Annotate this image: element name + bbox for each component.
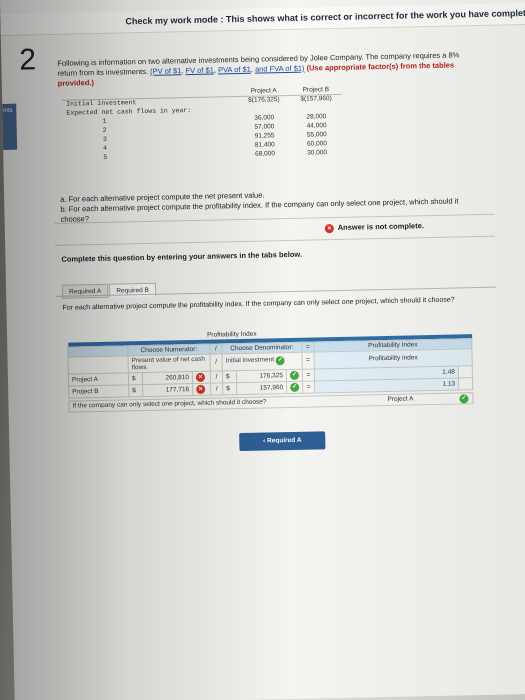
side-tab-label: ints [3, 107, 13, 114]
chevron-left-icon: ‹ [263, 437, 266, 445]
check-mode-banner: Check my work mode : This shows what is … [0, 2, 525, 36]
fv-of-1-link[interactable]: FV of $1 [185, 66, 214, 76]
equals-symbol: = [301, 351, 315, 369]
dollar-sign: $ [222, 382, 237, 395]
check-icon: ✓ [290, 382, 300, 392]
screen: Check my work mode : This shows what is … [0, 0, 525, 700]
pi-header-equals: = [301, 341, 314, 352]
question-intro: Following is information on two alternat… [57, 50, 460, 88]
back-button-label: Required A [266, 436, 302, 445]
dollar-sign: $ [128, 372, 143, 385]
investments-table: Project A Project B Initial investment $… [61, 84, 343, 163]
x-circle-icon: × [195, 372, 206, 382]
status-cell: ✓ [286, 368, 303, 382]
numerator-input[interactable]: 260,810 [142, 371, 193, 385]
project-choice-select[interactable]: Project A [387, 395, 413, 403]
project-b-value: 30,000 [307, 149, 328, 157]
status-cell [458, 365, 473, 378]
answer-status-text: Answer is not complete. [337, 221, 425, 232]
project-choice-question: If the company can only select one proje… [72, 398, 267, 410]
status-cell: × [192, 382, 211, 396]
denominator-input[interactable]: 157,960 [236, 381, 287, 395]
question-number: 2 [18, 43, 37, 77]
slash-symbol: / [209, 353, 223, 371]
dollar-sign: $ [128, 384, 143, 397]
banner-text: Check my work mode : This shows what is … [125, 6, 525, 27]
pi-label-blank [67, 355, 129, 374]
pi-table-title: Profitability Index [206, 330, 257, 339]
profitability-index-value: 1.13 [314, 377, 459, 393]
check-icon: ✓ [289, 370, 300, 380]
x-circle-icon: × [324, 224, 334, 234]
slash-symbol: / [210, 370, 223, 383]
profitability-index-table: Choose Numerator: / Choose Denominator: … [67, 334, 473, 398]
status-cell: ✓ [286, 380, 303, 394]
pi-header-slash: / [209, 343, 222, 354]
pv-of-1-link[interactable]: (PV of $1 [150, 66, 181, 76]
status-cell [458, 377, 473, 390]
fva-of-1-link[interactable]: and FVA of $1) [255, 64, 305, 74]
numerator-select[interactable]: Present value of net cash flows [127, 353, 211, 373]
status-cell: × [192, 370, 211, 384]
divider [55, 235, 496, 246]
denominator-input[interactable]: 176,325 [236, 369, 287, 383]
x-circle-icon: × [196, 384, 206, 394]
photo-background: Check my work mode : This shows what is … [0, 0, 525, 700]
pva-of-1-link[interactable]: PVA of $1 [218, 65, 251, 75]
check-icon: ✓ [275, 356, 285, 366]
numerator-input[interactable]: 177,716 [142, 383, 193, 397]
side-tab[interactable]: ints [2, 103, 18, 150]
denominator-select[interactable]: Initial investment ✓ [221, 351, 303, 371]
check-icon: ✓ [459, 394, 469, 404]
slash-symbol: / [210, 382, 223, 395]
project-label: Project B [68, 384, 129, 398]
required-a-back-button[interactable]: ‹ Required A [239, 431, 326, 452]
dollar-sign: $ [222, 370, 237, 383]
equals-symbol: = [302, 380, 315, 393]
answer-status: × Answer is not complete. [324, 221, 425, 234]
equals-symbol: = [302, 368, 315, 381]
project-a-value: 68,000 [254, 150, 276, 158]
denominator-value: Initial investment [225, 356, 275, 365]
complete-message: Complete this question by entering your … [61, 249, 303, 264]
